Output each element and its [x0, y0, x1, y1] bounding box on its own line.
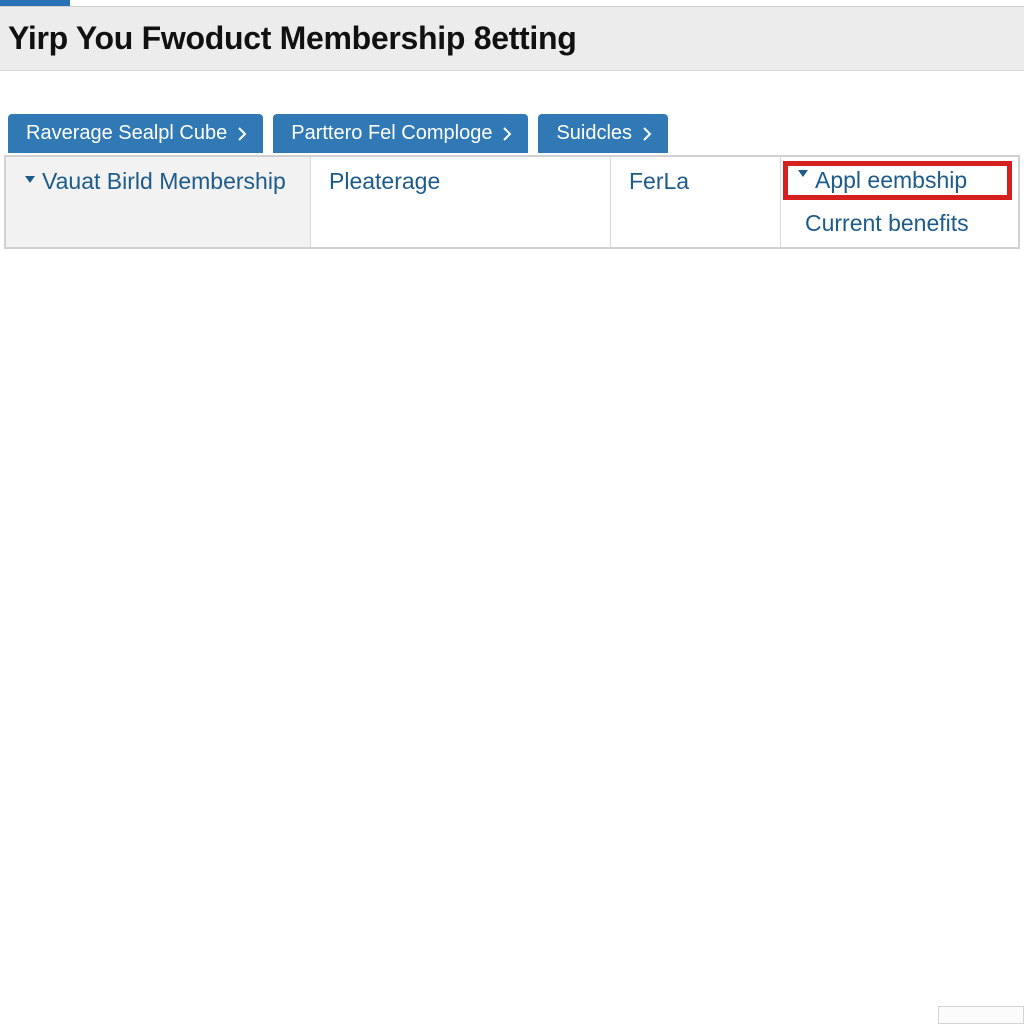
- tab-raverage[interactable]: Raverage Sealpl Cube: [8, 114, 263, 153]
- tab-label: Suidcles: [556, 122, 632, 145]
- tab-row: Raverage Sealpl Cube Parttero Fel Complo…: [8, 114, 668, 153]
- category-panel: Vauat Birld Membership Pleaterage FerLa …: [4, 155, 1020, 249]
- cell-ferla[interactable]: FerLa: [611, 157, 781, 247]
- cell-appl-eembship-wrap: Appl eembship: [781, 157, 1018, 204]
- chevron-right-icon: [642, 127, 652, 141]
- page-header: Yirp You Fwoduct Membership 8etting: [0, 7, 1024, 71]
- cell-appl-eembship[interactable]: Appl eembship: [789, 163, 1010, 198]
- page-title: Yirp You Fwoduct Membership 8etting: [8, 20, 577, 57]
- chevron-right-icon: [502, 127, 512, 141]
- tab-label: Raverage Sealpl Cube: [26, 122, 227, 145]
- cell-vauat-birld-membership[interactable]: Vauat Birld Membership: [6, 157, 311, 247]
- caret-down-icon: [24, 173, 36, 185]
- cell-label: Appl eembship: [815, 167, 967, 194]
- cell-appl-eembship-column: Appl eembship Current benefits: [781, 157, 1018, 247]
- chevron-right-icon: [237, 127, 247, 141]
- caret-down-icon: [797, 167, 809, 179]
- cell-label: FerLa: [629, 167, 689, 196]
- cell-label: Vauat Birld Membership: [42, 167, 286, 196]
- cell-label: Pleaterage: [329, 167, 440, 196]
- tab-parttero[interactable]: Parttero Fel Comploge: [273, 114, 528, 153]
- tab-suidcles[interactable]: Suidcles: [538, 114, 668, 153]
- category-row: Vauat Birld Membership Pleaterage FerLa …: [6, 157, 1018, 247]
- tab-label: Parttero Fel Comploge: [291, 122, 492, 145]
- footer-status: [938, 1006, 1024, 1024]
- link-current-benefits[interactable]: Current benefits: [781, 204, 1018, 247]
- cell-pleaterage[interactable]: Pleaterage: [311, 157, 611, 247]
